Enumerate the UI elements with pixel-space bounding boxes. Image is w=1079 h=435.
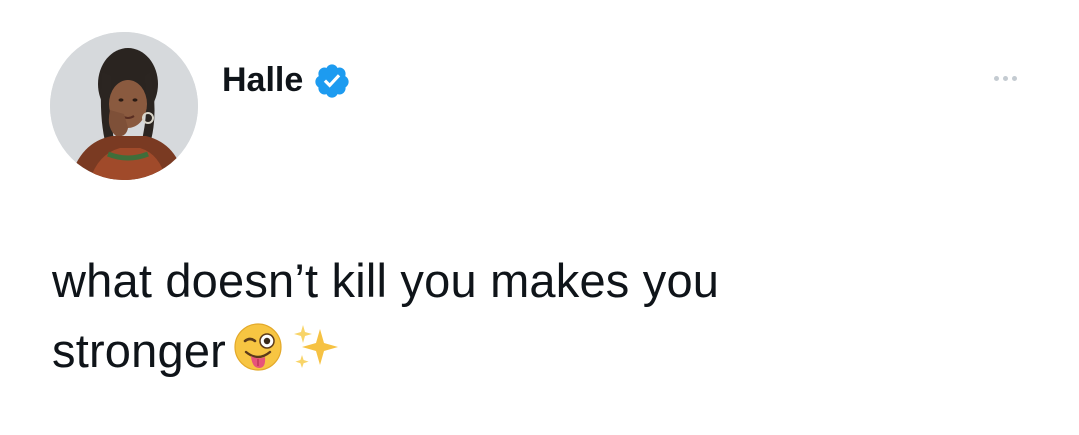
more-options-icon-dot — [1011, 75, 1017, 81]
tweet-text-line-1: what doesn’t kill you makes you — [52, 254, 720, 307]
more-options-icon-dot — [1002, 75, 1008, 81]
more-options-icon — [993, 75, 999, 81]
tweet-text-line-2-text: stronger — [52, 324, 227, 377]
verified-badge-icon — [313, 62, 351, 100]
winking-face-with-tongue-icon — [232, 321, 284, 373]
tweet-text: what doesn’t kill you makes you stronger — [52, 246, 1032, 386]
tweet-text-line-2: stronger — [52, 316, 1032, 386]
avatar[interactable] — [50, 32, 198, 180]
sparkles-icon — [290, 321, 342, 373]
avatar-photo — [50, 32, 198, 180]
tweet-card: Halle what doesn’t kill you makes you st… — [0, 0, 1079, 435]
display-name[interactable]: Halle — [222, 61, 303, 100]
more-options-button[interactable] — [985, 66, 1025, 90]
author-row: Halle — [222, 56, 351, 104]
